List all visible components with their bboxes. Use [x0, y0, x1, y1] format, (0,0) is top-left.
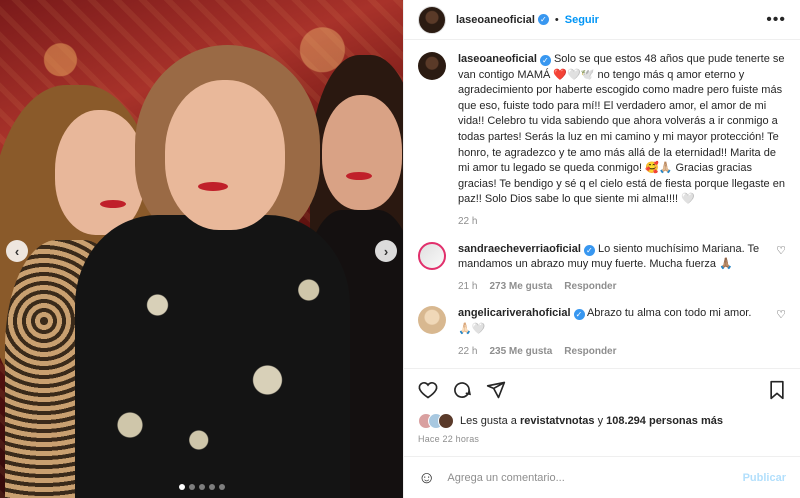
right-woman-lips — [346, 172, 372, 180]
comment-input[interactable] — [447, 471, 731, 484]
comment-likes[interactable]: 235 Me gusta — [489, 344, 552, 360]
separator-dot: • — [554, 13, 559, 26]
verified-badge-icon: ✓ — [583, 244, 595, 256]
caption-text: Solo se que estos 48 años que pude tener… — [458, 53, 785, 206]
liker-username[interactable]: revistatvnotas — [520, 415, 595, 427]
post-header: laseoaneoficial ✓ • Seguir ••• — [404, 0, 800, 40]
more-options-icon[interactable]: ••• — [766, 11, 786, 29]
reply-button[interactable]: Responder — [564, 279, 616, 295]
commenter-username[interactable]: sandraecheverriaoficial — [458, 243, 581, 255]
comment-meta: 22 h 235 Me gusta Responder — [458, 344, 764, 360]
comment-row: sandraecheverriaoficial ✓ Lo siento muchí… — [418, 241, 786, 295]
likes-middle: y — [597, 415, 604, 427]
author-username[interactable]: laseoaneoficial — [456, 14, 535, 26]
comment-icon[interactable] — [452, 380, 472, 403]
caption-avatar[interactable] — [418, 52, 446, 80]
caption-body: laseoaneoficial ✓ Solo se que estos 48 añ… — [458, 52, 786, 230]
verified-badge-icon: ✓ — [537, 14, 549, 25]
center-woman-dress — [75, 215, 350, 498]
post-photo: ‹ › — [0, 0, 403, 498]
publish-button[interactable]: Publicar — [743, 472, 786, 484]
comment-time: 22 h — [458, 345, 478, 357]
right-woman-face — [322, 95, 402, 210]
post-timestamp: Hace 22 horas — [418, 434, 480, 444]
caption-meta: 22 h — [458, 214, 786, 230]
carousel-dot — [188, 484, 195, 490]
left-woman-lips — [100, 200, 126, 208]
likes-text: Les gusta a revistatvnotas y 108.294 per… — [460, 415, 723, 427]
follow-button[interactable]: Seguir — [565, 14, 599, 26]
comment-meta: 21 h 273 Me gusta Responder — [458, 279, 764, 295]
caption-username[interactable]: laseoaneoficial — [458, 53, 537, 65]
caption-time: 22 h — [458, 215, 478, 227]
carousel-next-button[interactable]: › — [375, 240, 397, 262]
share-icon[interactable] — [486, 380, 506, 403]
instagram-post-view: ‹ › laseoaneoficial ✓ • Seguir ••• laseo… — [0, 0, 800, 498]
carousel-dot — [178, 484, 185, 490]
comment-like-heart-icon[interactable]: ♡ — [776, 244, 786, 295]
post-actions: Les gusta a revistatvnotas y 108.294 per… — [404, 368, 800, 444]
emoji-icon[interactable]: ☺ — [418, 468, 435, 488]
comment-body: angelicariverahoficial ✓ Abrazo tu alma c… — [458, 306, 764, 359]
verified-badge-icon: ✓ — [573, 309, 585, 321]
carousel-dot — [208, 484, 215, 490]
comments-list: laseoaneoficial ✓ Solo se que estos 48 añ… — [404, 40, 800, 368]
verified-badge-icon: ✓ — [539, 55, 551, 66]
comment-body: sandraecheverriaoficial ✓ Lo siento muchí… — [458, 242, 764, 295]
add-comment-bar: ☺ Publicar — [404, 456, 800, 498]
post-side-panel: laseoaneoficial ✓ • Seguir ••• laseoaneo… — [403, 0, 800, 498]
reply-button[interactable]: Responder — [564, 344, 616, 360]
likes-count[interactable]: 108.294 personas más — [606, 415, 723, 427]
left-woman-face — [55, 110, 145, 235]
chevron-right-icon: › — [383, 243, 389, 259]
likes-summary: Les gusta a revistatvnotas y 108.294 per… — [418, 413, 786, 429]
action-icons-bar — [418, 377, 786, 405]
carousel-dot — [198, 484, 205, 490]
caption-row: laseoaneoficial ✓ Solo se que estos 48 añ… — [418, 52, 786, 230]
liker-avatar — [438, 413, 454, 429]
chevron-left-icon: ‹ — [14, 243, 20, 259]
carousel-dots — [178, 484, 225, 490]
comment-row: angelicariverahoficial ✓ Abrazo tu alma c… — [418, 306, 786, 359]
commenter-username[interactable]: angelicariverahoficial — [458, 307, 571, 319]
carousel-dot — [218, 484, 225, 490]
comment-time: 21 h — [458, 280, 478, 292]
center-woman-lips — [198, 182, 228, 191]
comment-like-heart-icon[interactable]: ♡ — [776, 308, 786, 359]
bookmark-icon[interactable] — [768, 380, 786, 403]
commenter-avatar[interactable] — [418, 241, 446, 270]
center-woman-face — [165, 80, 285, 230]
author-avatar[interactable] — [418, 5, 446, 34]
likes-prefix: Les gusta a — [460, 415, 517, 427]
carousel-prev-button[interactable]: ‹ — [6, 240, 28, 262]
comment-likes[interactable]: 273 Me gusta — [489, 279, 552, 295]
commenter-avatar[interactable] — [418, 306, 446, 335]
heart-icon[interactable] — [418, 380, 438, 403]
